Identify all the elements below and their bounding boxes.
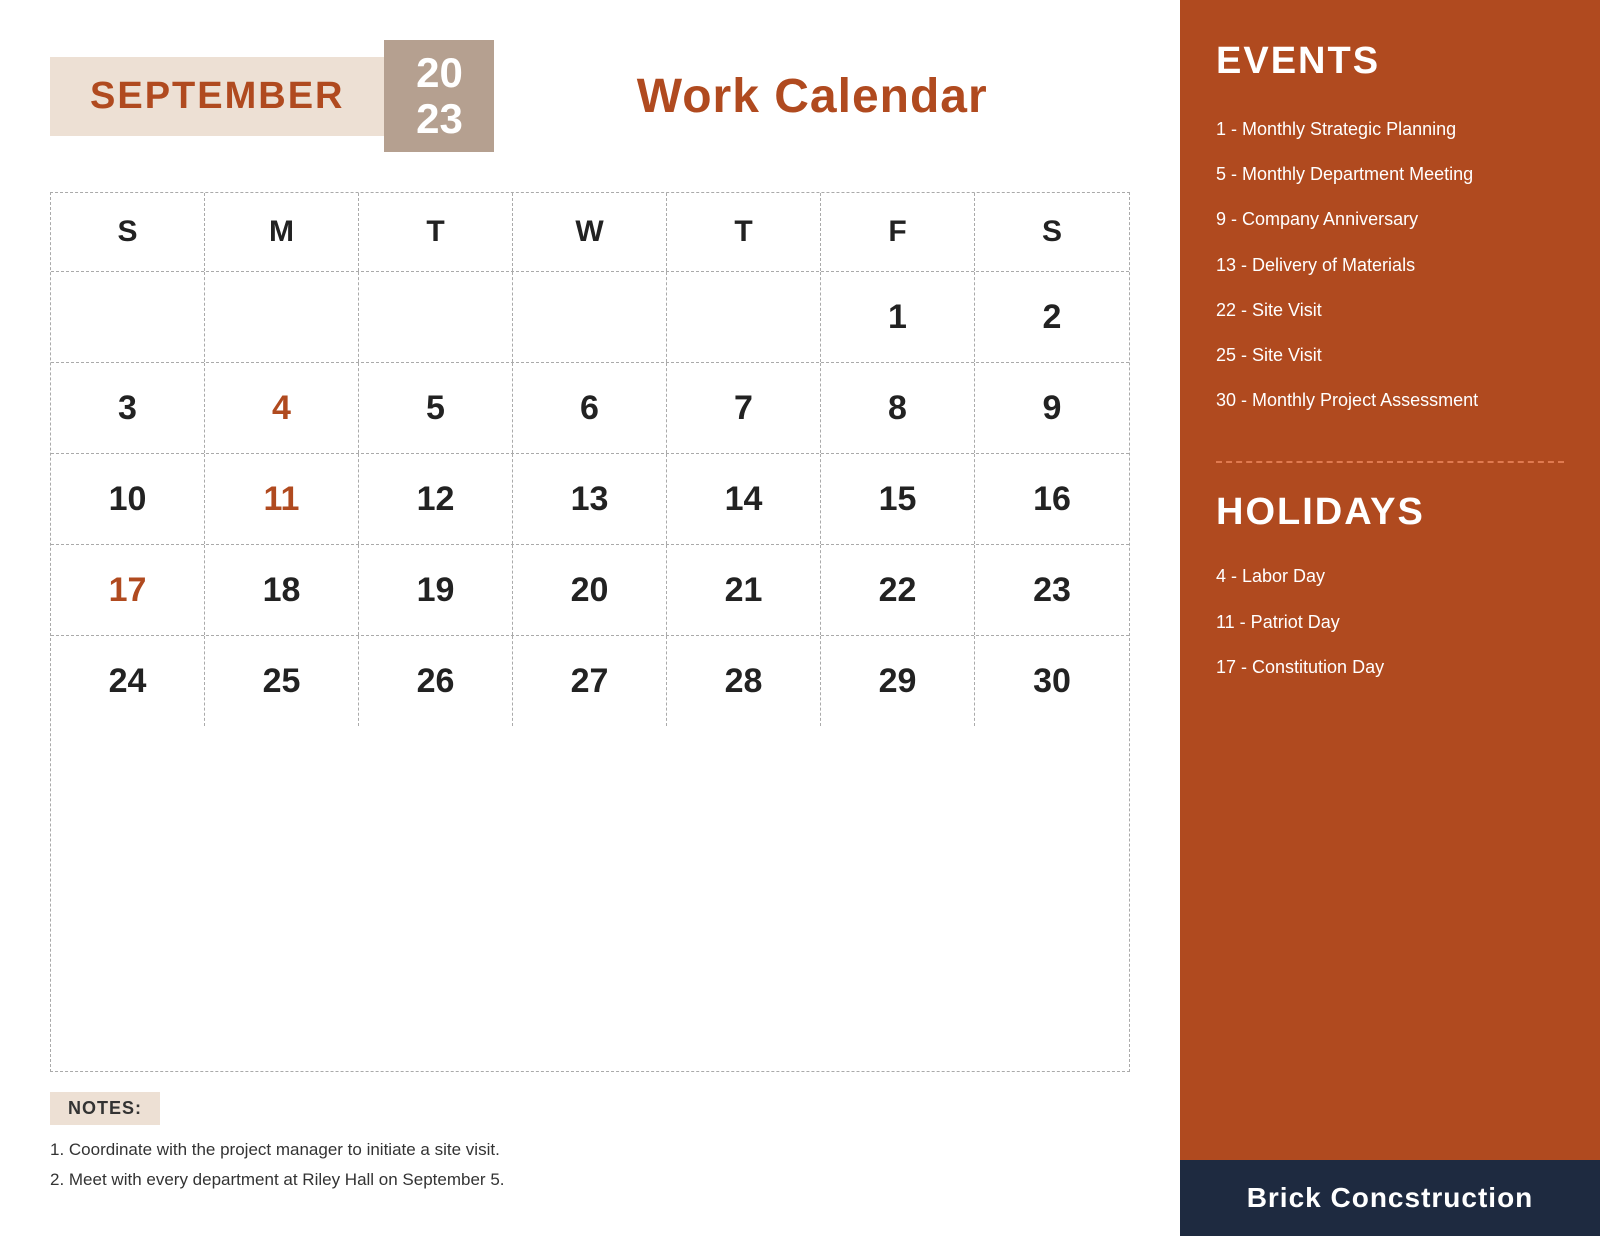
holiday-item: 17 - Constitution Day xyxy=(1216,645,1564,690)
note-item: 1. Coordinate with the project manager t… xyxy=(50,1135,1130,1166)
day-cell: 16 xyxy=(975,454,1129,544)
day-cell: 10 xyxy=(51,454,205,544)
events-list: 1 - Monthly Strategic Planning5 - Monthl… xyxy=(1216,107,1564,423)
day-header: S xyxy=(975,193,1129,271)
event-item: 13 - Delivery of Materials xyxy=(1216,243,1564,288)
section-divider xyxy=(1216,461,1564,463)
day-cell: 14 xyxy=(667,454,821,544)
week-row: 10111213141516 xyxy=(51,454,1129,545)
holiday-item: 11 - Patriot Day xyxy=(1216,600,1564,645)
event-item: 30 - Monthly Project Assessment xyxy=(1216,378,1564,423)
year-line1: 20 xyxy=(416,50,463,96)
day-cell: 21 xyxy=(667,545,821,635)
day-cell: 22 xyxy=(821,545,975,635)
day-cell: 19 xyxy=(359,545,513,635)
day-cell: 29 xyxy=(821,636,975,726)
day-cell: 26 xyxy=(359,636,513,726)
day-cell: 30 xyxy=(975,636,1129,726)
event-item: 5 - Monthly Department Meeting xyxy=(1216,152,1564,197)
week-row: 3456789 xyxy=(51,363,1129,454)
week-row: 24252627282930 xyxy=(51,636,1129,726)
holidays-title: HOLIDAYS xyxy=(1216,491,1564,534)
day-cell: 3 xyxy=(51,363,205,453)
event-item: 9 - Company Anniversary xyxy=(1216,197,1564,242)
page-title: Work Calendar xyxy=(494,69,1130,124)
year-box: 20 23 xyxy=(384,40,494,152)
holiday-item: 4 - Labor Day xyxy=(1216,554,1564,599)
day-cell: 6 xyxy=(513,363,667,453)
day-cell: 13 xyxy=(513,454,667,544)
day-cell xyxy=(667,272,821,362)
day-header: M xyxy=(205,193,359,271)
events-title: EVENTS xyxy=(1216,40,1564,83)
day-cell: 5 xyxy=(359,363,513,453)
day-cell xyxy=(359,272,513,362)
day-cell: 12 xyxy=(359,454,513,544)
left-panel: SEPTEMBER 20 23 Work Calendar SMTWTFS 12… xyxy=(0,0,1180,1236)
day-cell: 1 xyxy=(821,272,975,362)
day-cell xyxy=(205,272,359,362)
day-cell: 2 xyxy=(975,272,1129,362)
calendar-header: SEPTEMBER 20 23 Work Calendar xyxy=(50,40,1130,152)
day-headers-row: SMTWTFS xyxy=(51,193,1129,272)
event-item: 25 - Site Visit xyxy=(1216,333,1564,378)
day-cell: 7 xyxy=(667,363,821,453)
day-cell: 23 xyxy=(975,545,1129,635)
day-cell: 25 xyxy=(205,636,359,726)
calendar-body: 1234567891011121314151617181920212223242… xyxy=(51,272,1129,726)
day-cell: 20 xyxy=(513,545,667,635)
holidays-list: 4 - Labor Day11 - Patriot Day17 - Consti… xyxy=(1216,554,1564,690)
day-cell: 27 xyxy=(513,636,667,726)
day-header: S xyxy=(51,193,205,271)
calendar-grid: SMTWTFS 12345678910111213141516171819202… xyxy=(50,192,1130,1071)
day-cell: 18 xyxy=(205,545,359,635)
right-panel: EVENTS 1 - Monthly Strategic Planning5 -… xyxy=(1180,0,1600,1236)
notes-section: NOTES: 1. Coordinate with the project ma… xyxy=(50,1092,1130,1196)
day-header: F xyxy=(821,193,975,271)
day-header: T xyxy=(667,193,821,271)
day-cell: 17 xyxy=(51,545,205,635)
day-header: T xyxy=(359,193,513,271)
event-item: 1 - Monthly Strategic Planning xyxy=(1216,107,1564,152)
year-line2: 23 xyxy=(416,96,463,142)
company-footer: Brick Concstruction xyxy=(1180,1160,1600,1236)
day-header: W xyxy=(513,193,667,271)
day-cell: 28 xyxy=(667,636,821,726)
company-name: Brick Concstruction xyxy=(1247,1182,1534,1213)
day-cell: 9 xyxy=(975,363,1129,453)
month-name: SEPTEMBER xyxy=(50,57,384,136)
day-cell: 15 xyxy=(821,454,975,544)
day-cell xyxy=(51,272,205,362)
day-cell: 8 xyxy=(821,363,975,453)
event-item: 22 - Site Visit xyxy=(1216,288,1564,333)
day-cell: 4 xyxy=(205,363,359,453)
day-cell: 24 xyxy=(51,636,205,726)
note-item: 2. Meet with every department at Riley H… xyxy=(50,1165,1130,1196)
day-cell: 11 xyxy=(205,454,359,544)
week-row: 12 xyxy=(51,272,1129,363)
notes-label: NOTES: xyxy=(50,1092,160,1125)
week-row: 17181920212223 xyxy=(51,545,1129,636)
day-cell xyxy=(513,272,667,362)
notes-text: 1. Coordinate with the project manager t… xyxy=(50,1135,1130,1196)
